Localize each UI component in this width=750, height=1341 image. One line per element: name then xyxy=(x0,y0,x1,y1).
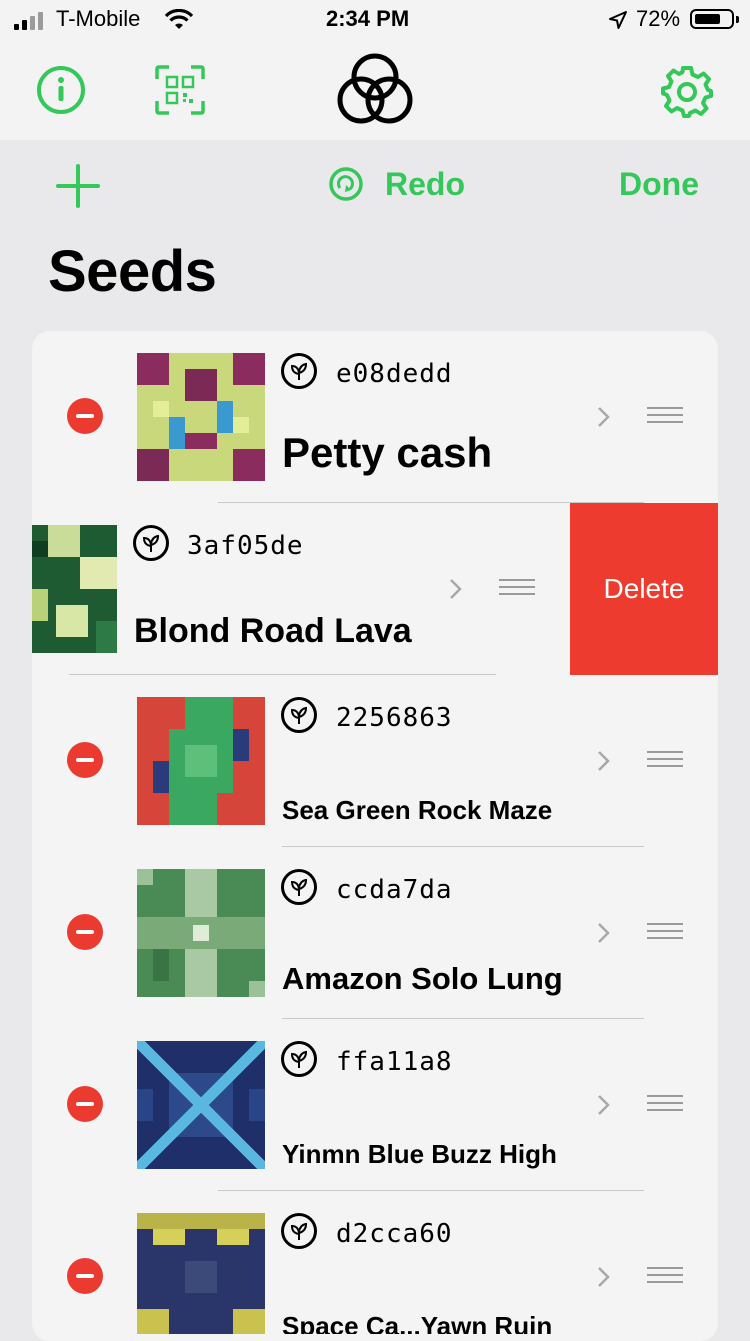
redo-button[interactable]: Redo xyxy=(328,164,468,204)
seed-hash: 2256863 xyxy=(336,703,453,733)
seed-thumbnail xyxy=(137,1041,265,1169)
plus-icon[interactable] xyxy=(54,162,102,210)
chevron-right-icon xyxy=(598,407,610,427)
reorder-icon[interactable] xyxy=(647,1095,683,1113)
seed-name: Petty cash xyxy=(282,429,493,476)
redo-icon xyxy=(329,167,363,201)
gear-icon[interactable] xyxy=(660,65,714,119)
seed-name: Space Ca...Yawn Ruin xyxy=(282,1311,553,1334)
delete-toggle-icon[interactable] xyxy=(67,742,103,778)
delete-toggle-icon[interactable] xyxy=(67,1086,103,1122)
leaf-icon xyxy=(133,525,169,561)
reorder-icon[interactable] xyxy=(647,923,683,941)
seed-name: Sea Green Rock Maze xyxy=(282,795,553,825)
battery-icon xyxy=(690,9,739,29)
leaf-icon xyxy=(281,697,317,733)
seed-hash: 3af05de xyxy=(187,531,304,561)
reorder-icon[interactable] xyxy=(647,407,683,425)
seed-hash: e08dedd xyxy=(336,359,453,389)
done-button[interactable]: Done xyxy=(619,166,699,203)
reorder-icon[interactable] xyxy=(647,1267,683,1285)
seed-hash: d2cca60 xyxy=(336,1219,453,1249)
chevron-right-icon xyxy=(450,579,462,599)
list-item[interactable]: d2cca60 Space Ca...Yawn Ruin xyxy=(32,1191,718,1334)
delete-toggle-icon[interactable] xyxy=(67,914,103,950)
chevron-right-icon xyxy=(598,1267,610,1287)
chevron-right-icon xyxy=(598,1095,610,1115)
seed-thumbnail xyxy=(32,525,117,653)
status-bar: T-Mobile 2:34 PM 72% xyxy=(0,0,750,40)
logo-icon xyxy=(337,53,413,124)
leaf-icon xyxy=(281,1041,317,1077)
seed-name: Amazon Solo Lung xyxy=(282,961,563,996)
list-item[interactable]: ffa11a8 Yinmn Blue Buzz High xyxy=(32,1019,718,1191)
seed-thumbnail xyxy=(137,869,265,997)
page-title: Seeds xyxy=(48,239,217,304)
delete-button[interactable]: Delete xyxy=(570,503,718,675)
delete-toggle-icon[interactable] xyxy=(67,1258,103,1294)
seed-name: Yinmn Blue Buzz High xyxy=(282,1139,557,1169)
carrier-label: T-Mobile xyxy=(56,6,141,31)
seed-thumbnail xyxy=(137,1213,265,1334)
seed-thumbnail xyxy=(137,697,265,825)
delete-toggle-icon[interactable] xyxy=(67,398,103,434)
leaf-icon xyxy=(281,353,317,389)
redo-label: Redo xyxy=(385,166,465,202)
seed-hash: ffa11a8 xyxy=(336,1047,453,1077)
list-item[interactable]: ccda7da Amazon Solo Lung xyxy=(32,847,718,1019)
top-app-bar xyxy=(0,40,750,140)
chevron-right-icon xyxy=(598,751,610,771)
chevron-right-icon xyxy=(598,923,610,943)
battery-percent: 72% xyxy=(636,6,681,31)
seed-hash: ccda7da xyxy=(336,875,453,905)
seed-thumbnail xyxy=(137,353,265,481)
leaf-icon xyxy=(281,869,317,905)
signal-icon xyxy=(14,12,48,30)
seed-name: Blond Road Lava xyxy=(134,612,412,650)
list-item[interactable]: 2256863 Sea Green Rock Maze xyxy=(32,675,718,847)
time-label: 2:34 PM xyxy=(326,6,410,31)
qr-code-icon[interactable] xyxy=(155,65,205,115)
info-icon[interactable] xyxy=(36,65,86,115)
leaf-icon xyxy=(281,1213,317,1249)
reorder-icon[interactable] xyxy=(499,579,535,597)
list-item[interactable]: e08dedd Petty cash xyxy=(32,331,718,503)
list-item[interactable]: 3af05de Blond Road Lava xyxy=(32,503,570,675)
wifi-icon xyxy=(164,9,194,29)
location-icon xyxy=(609,11,627,29)
reorder-icon[interactable] xyxy=(647,751,683,769)
